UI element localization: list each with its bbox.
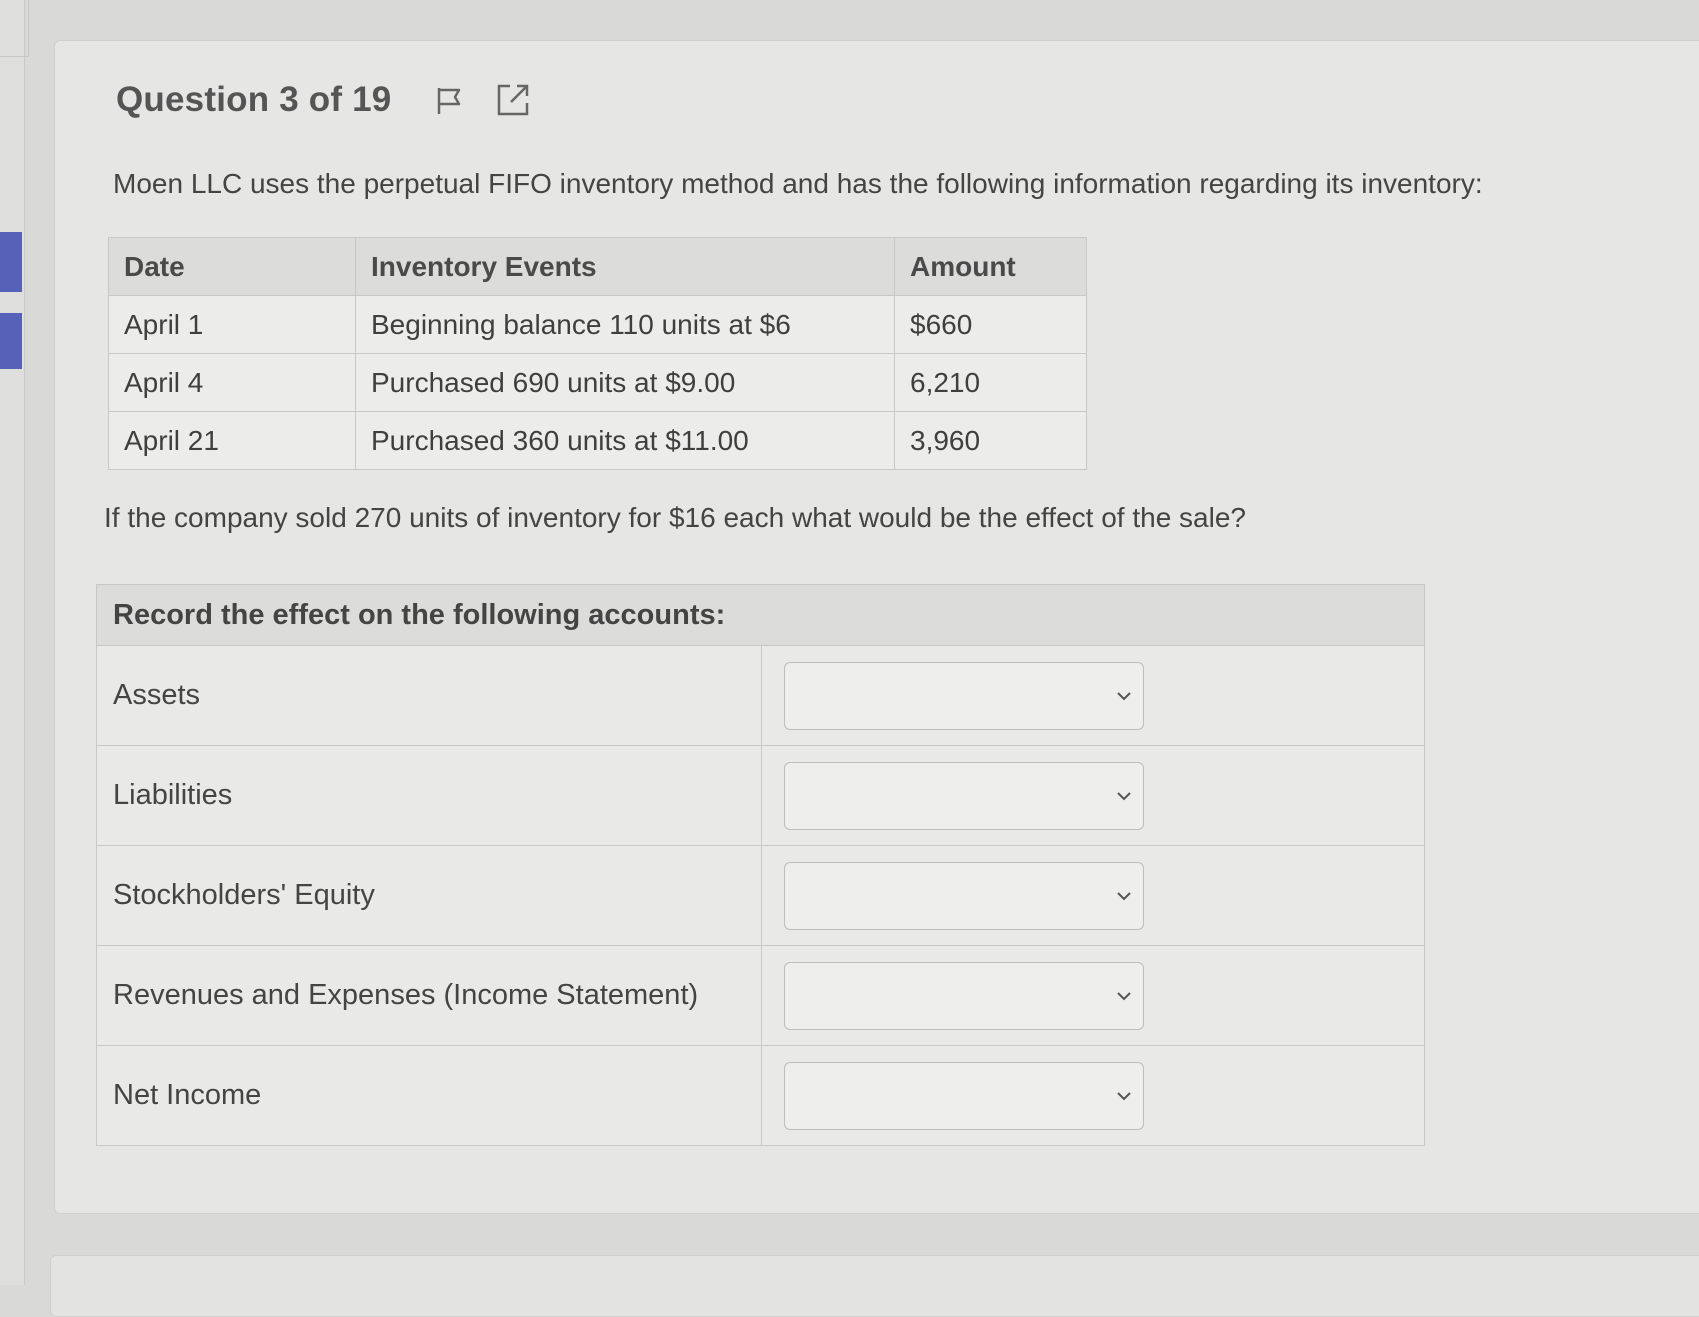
account-select-cell [761,945,1425,1046]
question-header: Question 3 of 19 [116,80,531,120]
external-link-icon[interactable] [495,82,531,118]
row-amount: 3,960 [894,411,1087,470]
account-label: Assets [96,645,762,746]
effects-header-row: Record the effect on the following accou… [96,584,1425,646]
account-select-cell [761,845,1425,946]
net-income-effect-dropdown[interactable] [784,1061,1144,1130]
row-amount: $660 [894,295,1087,354]
column-header-amount: Amount [894,237,1087,296]
table-row: April 1 Beginning balance 110 units at $… [108,295,1087,354]
inventory-table: Date Inventory Events Amount April 1 Beg… [108,237,1087,470]
effect-row-net-income: Net Income [96,1045,1425,1146]
intro-text: Moen LLC uses the perpetual FIFO invento… [113,168,1483,199]
row-date: April 4 [108,353,356,412]
chevron-down-icon [1117,791,1131,800]
row-date: April 21 [108,411,356,470]
liabilities-effect-dropdown[interactable] [784,761,1144,830]
chevron-down-icon [1117,991,1131,1000]
row-event: Purchased 690 units at $9.00 [355,353,895,412]
effect-row-liabilities: Liabilities [96,745,1425,846]
row-amount: 6,210 [894,353,1087,412]
equity-effect-dropdown[interactable] [784,861,1144,930]
nav-marker[interactable] [0,313,22,369]
account-label: Stockholders' Equity [96,845,762,946]
question-text: If the company sold 270 units of invento… [104,502,1246,533]
effects-table: Record the effect on the following accou… [96,584,1425,1146]
account-label: Net Income [96,1045,762,1146]
assets-effect-dropdown[interactable] [784,661,1144,730]
nav-marker[interactable] [0,232,22,292]
column-header-date: Date [108,237,356,296]
table-row: April 21 Purchased 360 units at $11.00 3… [108,411,1087,470]
column-header-events: Inventory Events [355,237,895,296]
effect-row-revenues-expenses: Revenues and Expenses (Income Statement) [96,945,1425,1046]
inventory-header-row: Date Inventory Events Amount [108,237,1087,296]
effect-row-assets: Assets [96,645,1425,746]
row-event: Purchased 360 units at $11.00 [355,411,895,470]
question-title: Question 3 of 19 [116,80,392,119]
table-row: April 4 Purchased 690 units at $9.00 6,2… [108,353,1087,412]
account-select-cell [761,1045,1425,1146]
row-event: Beginning balance 110 units at $6 [355,295,895,354]
left-rail [0,0,25,1285]
revenues-expenses-effect-dropdown[interactable] [784,961,1144,1030]
next-card [50,1255,1699,1317]
chevron-down-icon [1117,1091,1131,1100]
account-select-cell [761,745,1425,846]
account-label: Revenues and Expenses (Income Statement) [96,945,762,1046]
effect-row-equity: Stockholders' Equity [96,845,1425,946]
chevron-down-icon [1117,691,1131,700]
flag-icon[interactable] [431,82,467,118]
previous-card-edge [0,0,29,57]
row-date: April 1 [108,295,356,354]
account-select-cell [761,645,1425,746]
effects-header: Record the effect on the following accou… [96,584,1425,646]
account-label: Liabilities [96,745,762,846]
chevron-down-icon [1117,891,1131,900]
